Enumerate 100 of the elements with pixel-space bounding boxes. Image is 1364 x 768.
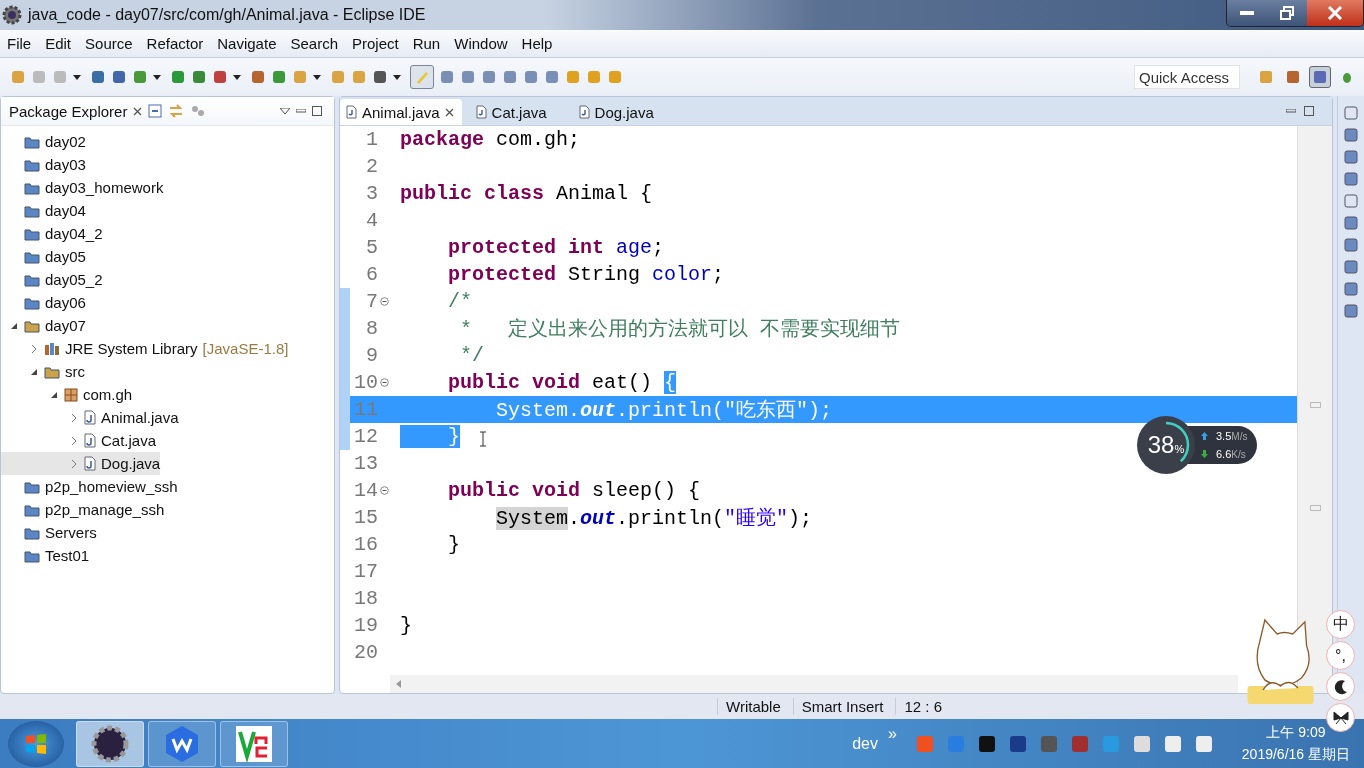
tree-label: Cat.java [101,432,157,449]
menu-item[interactable]: Window [447,35,515,52]
caret-icon[interactable] [233,74,241,80]
menu-item[interactable]: Refactor [139,35,211,52]
tree-item[interactable]: day05_2 [1,268,103,291]
tree-label: day02 [45,133,86,150]
vnc-app-button[interactable] [220,720,288,767]
code-token: "睡觉" [724,507,789,530]
line-number: 3 [365,182,378,205]
close-icon[interactable] [444,107,454,117]
fold-icon[interactable] [379,486,389,495]
caret-icon[interactable] [73,74,81,80]
editor-tab[interactable]: Animal.java [340,99,462,125]
tree-item[interactable]: Animal.java [1,406,179,429]
chevron-button[interactable]: » [887,725,897,743]
tree-item[interactable]: day02 [1,130,86,153]
tree-item[interactable]: day05 [1,245,86,268]
tree-item[interactable]: day06 [1,291,86,314]
books-icon [44,341,60,356]
minimize-icon[interactable] [296,109,306,113]
line-number: 11 [353,398,378,421]
line-number: 5 [365,236,378,259]
tree-item[interactable]: JRE System Library [JavaSE-1.8] [1,337,289,360]
tree-item[interactable]: day03_homework [1,176,164,199]
minimize-icon[interactable] [1286,109,1296,113]
tree-item[interactable]: p2p_homeview_ssh [1,475,178,498]
window-title: java_code - day07/src/com/gh/Animal.java - Eclipse IDE [28,6,426,24]
menu-item[interactable]: Source [78,35,140,52]
code-token: public [448,479,521,502]
moon-icon[interactable] [1332,678,1349,695]
clock-date[interactable]: 2019/6/16 星期日 [1241,745,1350,764]
line-number: 13 [353,452,378,475]
menu-item[interactable]: Search [283,35,345,52]
tree-item[interactable]: Cat.java [1,429,157,452]
status-field: 12 : 6 [895,698,954,715]
tree-item[interactable]: Dog.java [1,452,161,475]
code-token: sleep() { [591,479,701,502]
tree-item[interactable]: p2p_manage_ssh [1,498,165,521]
horizontal-scrollbar[interactable] [390,675,1238,693]
tree-label: day03 [45,156,86,173]
filter-icon[interactable] [190,104,207,118]
caret-icon[interactable] [393,74,401,80]
ime-punctuation-button[interactable]: °, [1326,641,1355,670]
code-token: age [615,236,653,259]
tree-label: day05_2 [45,271,103,288]
menu-item[interactable]: Edit [38,35,79,52]
butterfly-icon[interactable] [1332,710,1349,725]
eclipse-app-button[interactable] [76,720,144,767]
close-button[interactable] [1307,0,1363,26]
menu-item[interactable]: Navigate [210,35,284,52]
fold-icon[interactable] [379,297,389,306]
maximize-icon[interactable] [312,106,322,116]
code-token: ; [712,263,725,286]
code-token: ; [652,236,665,259]
fold-icon[interactable] [379,378,389,387]
menu-item[interactable]: Project [345,35,406,52]
tree-item[interactable]: day04_2 [1,222,103,245]
clock-time[interactable]: 上午 9:09 [1266,723,1326,742]
editor-tab[interactable]: Dog.java [572,99,672,125]
tree-item[interactable]: com.gh [1,383,133,406]
left-arrow-icon[interactable] [396,680,402,688]
code-token: int [568,236,605,259]
line-number: 20 [353,641,378,664]
caret-icon[interactable] [313,74,321,80]
collapse-all-icon[interactable] [148,104,163,118]
tree-item[interactable]: day04 [1,199,86,222]
maximize-icon[interactable] [1304,106,1314,116]
maximize-button[interactable] [1267,0,1307,26]
editor-tab[interactable]: Cat.java [469,99,565,125]
link-icon[interactable] [168,104,185,118]
quick-access-field[interactable]: Quick Access [1134,65,1240,89]
close-icon[interactable] [133,106,143,116]
ime-mode-button[interactable]: 中 [1326,610,1355,639]
minimize-button[interactable] [1227,0,1267,26]
java-file-icon [578,105,590,119]
tree-label: day07 [45,317,86,334]
code-token: com.gh; [495,128,581,151]
speed-meter[interactable]: 38% 3.5M/s 6.6K/s [1137,416,1258,474]
code-token: public [400,182,473,205]
menu-item[interactable]: Help [514,35,560,52]
view-menu-icon[interactable] [280,108,290,114]
tree-item[interactable]: day03 [1,153,86,176]
text-cursor-icon [479,431,487,447]
code-token: Animal { [555,182,653,205]
code-token: System. [496,399,581,422]
tree-item[interactable]: Test01 [1,544,90,567]
tree-item[interactable]: Servers [1,521,97,544]
java-perspective-button[interactable] [1309,66,1331,88]
menu-item[interactable]: Run [405,35,448,52]
wps-app-button[interactable] [148,720,216,767]
tree-item[interactable]: src [1,360,85,383]
line-number: 6 [365,263,378,286]
code-token: /* [448,290,472,313]
download-speed: 6.6 [1216,448,1232,460]
highlighter-toggle[interactable] [410,65,434,89]
tree-label: Test01 [45,547,90,564]
code-token: ); [808,399,833,422]
menu-item[interactable]: File [0,35,39,52]
tree-item[interactable]: day07 [1,314,86,337]
caret-icon[interactable] [153,74,161,80]
